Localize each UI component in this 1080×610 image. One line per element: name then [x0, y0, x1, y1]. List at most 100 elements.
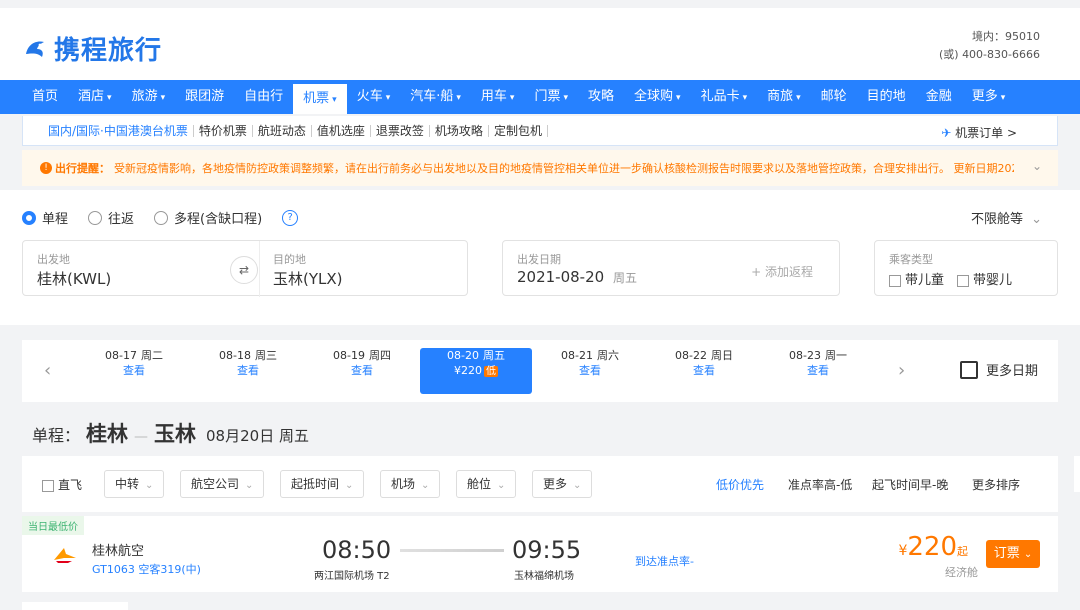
- chevron-down-icon: ▾: [107, 93, 112, 103]
- flight-orders-link[interactable]: ✈ 机票订单 >: [941, 124, 1017, 141]
- subnav-item-1[interactable]: 特价机票: [194, 124, 253, 137]
- subnav-item-0[interactable]: 国内/国际·中国港澳台机票: [43, 124, 194, 137]
- nav-item-label: 用车: [480, 89, 507, 104]
- chevron-down-icon: ▾: [796, 93, 801, 103]
- date-option-08-21[interactable]: 08-21 周六 查看: [534, 348, 646, 394]
- info-icon: !: [40, 162, 52, 174]
- date-option-08-18[interactable]: 08-18 周三 查看: [192, 348, 304, 394]
- trip-type-label: 多程(含缺口程): [174, 212, 263, 227]
- nav-item-8[interactable]: 用车 ▾: [471, 80, 525, 114]
- from-label: 出发地: [37, 253, 70, 266]
- nav-item-11[interactable]: 全球购 ▾: [624, 80, 691, 114]
- help-icon[interactable]: ?: [282, 209, 299, 226]
- filter-dropdown-0[interactable]: 中转 ⌄: [104, 470, 165, 498]
- nav-item-1[interactable]: 酒店 ▾: [68, 80, 122, 114]
- chevron-down-icon: ⌄: [573, 480, 582, 491]
- date-text: 08-20: [447, 349, 479, 362]
- swap-icon[interactable]: ⇄: [230, 256, 258, 284]
- nav-item-17[interactable]: 更多 ▾: [962, 80, 1016, 114]
- date-label: 08-18 周三: [192, 348, 304, 363]
- chevron-right-icon[interactable]: ›: [898, 360, 905, 381]
- child-checkbox[interactable]: 带儿童: [889, 269, 944, 288]
- infant-checkbox[interactable]: 带婴儿: [957, 269, 1012, 288]
- chevron-left-icon[interactable]: ‹: [44, 360, 51, 381]
- nav-item-12[interactable]: 礼品卡 ▾: [691, 80, 758, 114]
- airline-name: 桂林航空: [92, 544, 145, 559]
- trip-type-radio-2[interactable]: 多程(含缺口程): [154, 208, 262, 227]
- cabin-class: 经济舱: [945, 566, 978, 579]
- hotline-domestic: 境内：95010: [972, 30, 1040, 43]
- chevron-down-icon: ▾: [385, 93, 391, 103]
- direct-checkbox[interactable]: 直飞: [42, 476, 82, 493]
- arrival-airport: 玉林福绵机场: [514, 571, 574, 582]
- notice-label: 出行提醒：: [55, 162, 110, 175]
- subnav-item-3[interactable]: 值机选座: [312, 124, 371, 137]
- book-button[interactable]: 订票 ⌄: [986, 540, 1040, 568]
- filter-dropdown-1[interactable]: 航空公司 ⌄: [180, 470, 265, 498]
- nav-item-4[interactable]: 自由行: [234, 80, 293, 114]
- price-text: 查看: [693, 364, 715, 377]
- nav-item-label: 更多: [971, 89, 998, 104]
- sub-nav: 国内/国际·中国港澳台机票 特价机票 航班动态 值机选座 退票改签 机场攻略 定制包机 ✈ …: [22, 116, 1058, 146]
- subnav-item-6[interactable]: 定制包机: [489, 124, 548, 137]
- from-input[interactable]: 桂林(KWL): [37, 268, 111, 289]
- nav-item-7[interactable]: 汽车·船 ▾: [400, 80, 471, 114]
- nav-item-3[interactable]: 跟团游: [175, 80, 234, 114]
- date-text: 08-22: [675, 349, 707, 362]
- chevron-down-icon: ▾: [563, 93, 568, 103]
- trip-type-radio-0[interactable]: 单程: [22, 208, 68, 227]
- add-return-button[interactable]: + 添加返程: [751, 263, 813, 280]
- date-input[interactable]: 2021-08-20 周五: [517, 268, 637, 286]
- filter-label: 舱位: [467, 477, 492, 491]
- filter-dropdown-5[interactable]: 更多 ⌄: [532, 470, 593, 498]
- sort-option-0[interactable]: 低价优先: [716, 476, 764, 493]
- ctrip-logo[interactable]: 携程旅行: [22, 30, 162, 67]
- more-dates-button[interactable]: 更多日期: [959, 360, 1038, 379]
- date-label: 08-21 周六: [534, 348, 646, 363]
- flight-row[interactable]: 当日最低价 桂林航空 GT1063 空客319(中) 08:50 两江国际机场 …: [22, 516, 1058, 592]
- nav-item-label: 全球购: [634, 89, 674, 104]
- nav-item-15[interactable]: 目的地: [857, 80, 916, 114]
- nav-item-6[interactable]: 火车 ▾: [347, 80, 401, 114]
- date-option-08-22[interactable]: 08-22 周日 查看: [648, 348, 760, 394]
- filter-label: 中转: [115, 477, 140, 491]
- filter-dropdown-3[interactable]: 机场 ⌄: [380, 470, 441, 498]
- date-box[interactable]: 出发日期 2021-08-20 周五 + 添加返程: [502, 240, 840, 296]
- to-input[interactable]: 玉林(YLX): [273, 268, 343, 289]
- ontime-rate[interactable]: 到达准点率-: [635, 553, 694, 569]
- sort-option-3[interactable]: 更多排序: [972, 476, 1020, 493]
- cabin-select[interactable]: 不限舱等 ⌄: [971, 208, 1042, 227]
- checkbox-icon: [957, 274, 969, 287]
- date-option-08-17[interactable]: 08-17 周二 查看: [78, 348, 190, 394]
- chevron-down-icon: ⌄: [1023, 549, 1033, 560]
- sort-option-2[interactable]: 起飞时间早-晚: [872, 476, 948, 493]
- top-strip: [0, 0, 1080, 8]
- date-option-08-23[interactable]: 08-23 周一 查看: [762, 348, 874, 394]
- weekday-text: 周四: [368, 349, 391, 362]
- filter-dropdown-4[interactable]: 舱位 ⌄: [456, 470, 517, 498]
- nav-item-10[interactable]: 攻略: [578, 80, 624, 114]
- subnav-item-5[interactable]: 机场攻略: [430, 124, 489, 137]
- subnav-item-2[interactable]: 航班动态: [253, 124, 312, 137]
- date-option-08-19[interactable]: 08-19 周四 查看: [306, 348, 418, 394]
- nav-item-9[interactable]: 门票 ▾: [524, 80, 578, 114]
- nav-item-13[interactable]: 商旅 ▾: [757, 80, 811, 114]
- sort-option-1[interactable]: 准点率高-低: [788, 476, 852, 493]
- nav-item-label: 礼品卡: [700, 89, 740, 104]
- trip-type-radio-1[interactable]: 往返: [88, 208, 134, 227]
- flight-number[interactable]: GT1063 空客319(中): [92, 561, 201, 577]
- nav-item-label: 自由行: [244, 89, 284, 104]
- date-text: 08-21: [561, 349, 593, 362]
- search-panel: 单程 往返 多程(含缺口程)? 不限舱等 ⌄ 出发地 桂林(KWL) 目的地 玉林(…: [0, 190, 1080, 325]
- chevron-down-icon[interactable]: ⌄: [1032, 159, 1042, 173]
- nav-item-16[interactable]: 金融: [916, 80, 962, 114]
- nav-item-14[interactable]: 邮轮: [811, 80, 857, 114]
- date-price: 查看: [192, 363, 304, 378]
- subnav-item-4[interactable]: 退票改签: [371, 124, 430, 137]
- filter-dropdown-2[interactable]: 起抵时间 ⌄: [280, 470, 365, 498]
- date-option-08-20[interactable]: 08-20 周五 ¥220 低: [420, 348, 532, 394]
- nav-item-label: 旅游: [131, 89, 158, 104]
- nav-item-5[interactable]: 机票 ▾: [293, 84, 347, 114]
- nav-item-0[interactable]: 首页: [22, 80, 68, 114]
- nav-item-2[interactable]: 旅游 ▾: [122, 80, 176, 114]
